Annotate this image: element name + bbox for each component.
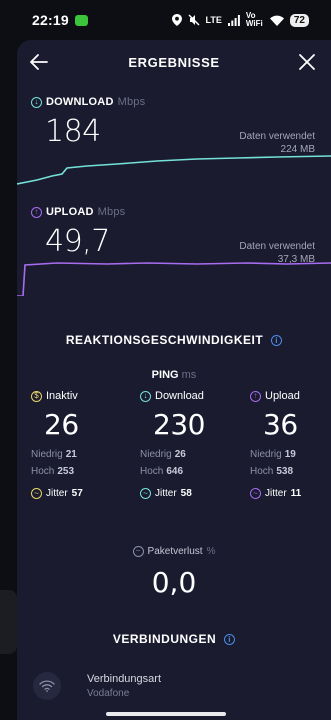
ping-download-label-row: ↓ Download: [140, 390, 240, 402]
ping-idle-label: Inaktiv: [46, 390, 78, 402]
connection-type-value: Vodafone: [87, 688, 130, 699]
upload-label-row: ↑ UPLOAD Mbps: [31, 206, 125, 218]
ping-unit: ms: [181, 369, 197, 381]
download-graph: [17, 155, 331, 185]
ping-download-label: Download: [155, 390, 204, 402]
upload-unit: Mbps: [97, 206, 126, 218]
connections-section-title: VERBINDUNGEN i: [17, 632, 331, 646]
ping-upload-low-value: 19: [284, 449, 296, 460]
download-data-used-label: Daten verwendet: [239, 131, 315, 142]
download-arrow-icon: ↓: [31, 96, 42, 108]
network-type: LTE: [205, 15, 222, 25]
packet-loss-unit: %: [206, 545, 216, 557]
connection-type-text: Verbindungsart Vodafone: [87, 673, 161, 699]
signal-icon: [227, 14, 240, 26]
download-label-row: ↓ DOWNLOAD Mbps: [31, 96, 145, 108]
jitter-icon: ~: [31, 488, 42, 499]
upload-arrow-icon: ↑: [31, 206, 42, 218]
close-icon[interactable]: [295, 50, 319, 74]
ping-upload-jitter-value: 11: [290, 488, 302, 499]
ping-idle-label-row: $ Inaktiv: [31, 390, 131, 402]
status-icons: LTE Vo WiFi 72: [171, 11, 309, 28]
status-time: 22:19: [32, 12, 69, 28]
connection-type-label: Verbindungsart: [87, 673, 161, 685]
download-arrow-icon: ↓: [140, 390, 151, 402]
upload-arrow-icon: ↑: [250, 390, 261, 402]
packet-loss-icon: −: [132, 545, 144, 557]
ping-idle-high-value: 253: [57, 466, 75, 477]
idle-icon: $: [31, 390, 42, 402]
location-icon: [171, 14, 182, 26]
ping-download-high-value: 646: [166, 466, 184, 477]
upload-graph: [17, 262, 331, 296]
ping-idle-jitter-label: Jitter: [46, 488, 68, 499]
ping-label: PING: [151, 369, 179, 381]
reaction-title: REAKTIONSGESCHWINDIGKEIT: [65, 333, 264, 347]
ping-upload-low: Niedrig 19: [250, 447, 331, 463]
wifi-icon: [33, 672, 61, 700]
ping-idle-jitter: ~ Jitter 57: [31, 488, 131, 499]
ping-idle-low-label: Niedrig: [31, 449, 63, 460]
ping-idle-low: Niedrig 21: [31, 447, 131, 463]
packet-loss: − Paketverlust % 0,0: [17, 540, 331, 599]
info-icon[interactable]: i: [271, 335, 283, 346]
ping-download-high: Hoch 646: [140, 464, 240, 480]
packet-loss-value: 0,0: [151, 566, 197, 599]
ping-upload-jitter-label: Jitter: [265, 488, 287, 499]
ping-download-jitter-label: Jitter: [155, 488, 177, 499]
upload-value: 49,7: [45, 224, 110, 259]
volte-label: Vo WiFi: [245, 11, 263, 28]
packet-loss-label-row: − Paketverlust %: [132, 545, 216, 557]
connection-type-row[interactable]: Verbindungsart Vodafone: [33, 666, 323, 706]
ping-upload-label-row: ↑ Upload: [250, 390, 331, 402]
home-indicator[interactable]: [106, 712, 226, 716]
ping-idle-high-label: Hoch: [31, 466, 55, 477]
wifi-status-icon: [269, 15, 284, 26]
ping-download-column: ↓ Download 230 Niedrig 26 Hoch 646 ~ Jitte…: [140, 390, 240, 499]
ping-idle-column: $ Inaktiv 26 Niedrig 21 Hoch 253 ~ Jitter 5…: [31, 390, 131, 499]
packet-loss-label: Paketverlust: [147, 545, 203, 557]
ping-upload-high-label: Hoch: [250, 466, 274, 477]
mute-icon: [188, 14, 200, 26]
app-notification-icon: [74, 14, 88, 26]
download-section: ↓ DOWNLOAD Mbps 184 Daten verwendet 224 …: [17, 96, 331, 192]
jitter-icon: ~: [250, 488, 261, 499]
battery-indicator: 72: [289, 13, 309, 27]
ping-upload-high-value: 538: [276, 466, 294, 477]
jitter-icon: ~: [140, 488, 151, 499]
connections-title: VERBINDUNGEN: [112, 632, 217, 646]
ping-download-low-label: Niedrig: [140, 449, 172, 460]
background-panel: [0, 590, 17, 654]
ping-upload-jitter: ~ Jitter 11: [250, 488, 331, 499]
ping-upload-high: Hoch 538: [250, 464, 331, 480]
ping-upload-column: ↑ Upload 36 Niedrig 19 Hoch 538 ~ Jitter 11: [250, 390, 331, 499]
info-icon[interactable]: i: [224, 634, 236, 645]
upload-label: UPLOAD: [46, 206, 94, 218]
ping-upload-label: Upload: [265, 390, 300, 402]
results-sheet: ERGEBNISSE ↓ DOWNLOAD Mbps 184 Daten ver…: [17, 40, 331, 720]
ping-upload-low-label: Niedrig: [250, 449, 282, 460]
upload-data-used-label: Daten verwendet: [239, 241, 315, 252]
download-label: DOWNLOAD: [46, 96, 114, 108]
ping-idle-jitter-value: 57: [71, 488, 83, 499]
ping-download-jitter: ~ Jitter 58: [140, 488, 240, 499]
page-title: ERGEBNISSE: [128, 55, 220, 70]
ping-download-jitter-value: 58: [180, 488, 192, 499]
ping-download-value: 230: [153, 408, 205, 441]
ping-download-low: Niedrig 26: [140, 447, 240, 463]
download-value: 184: [45, 114, 101, 149]
upload-section: ↑ UPLOAD Mbps 49,7 Daten verwendet 37,3 …: [17, 206, 331, 302]
ping-upload-value: 36: [263, 408, 298, 441]
reaction-section-title: REAKTIONSGESCHWINDIGKEIT i: [17, 333, 331, 347]
ping-idle-high: Hoch 253: [31, 464, 131, 480]
ping-download-high-label: Hoch: [140, 466, 164, 477]
ping-title: PING ms: [17, 369, 331, 381]
ping-idle-value: 26: [44, 408, 79, 441]
ping-idle-low-value: 21: [65, 449, 77, 460]
header: ERGEBNISSE: [17, 40, 331, 84]
status-bar: 22:19 LTE Vo WiFi 72: [0, 0, 331, 40]
download-unit: Mbps: [117, 96, 146, 108]
ping-download-low-value: 26: [174, 449, 186, 460]
